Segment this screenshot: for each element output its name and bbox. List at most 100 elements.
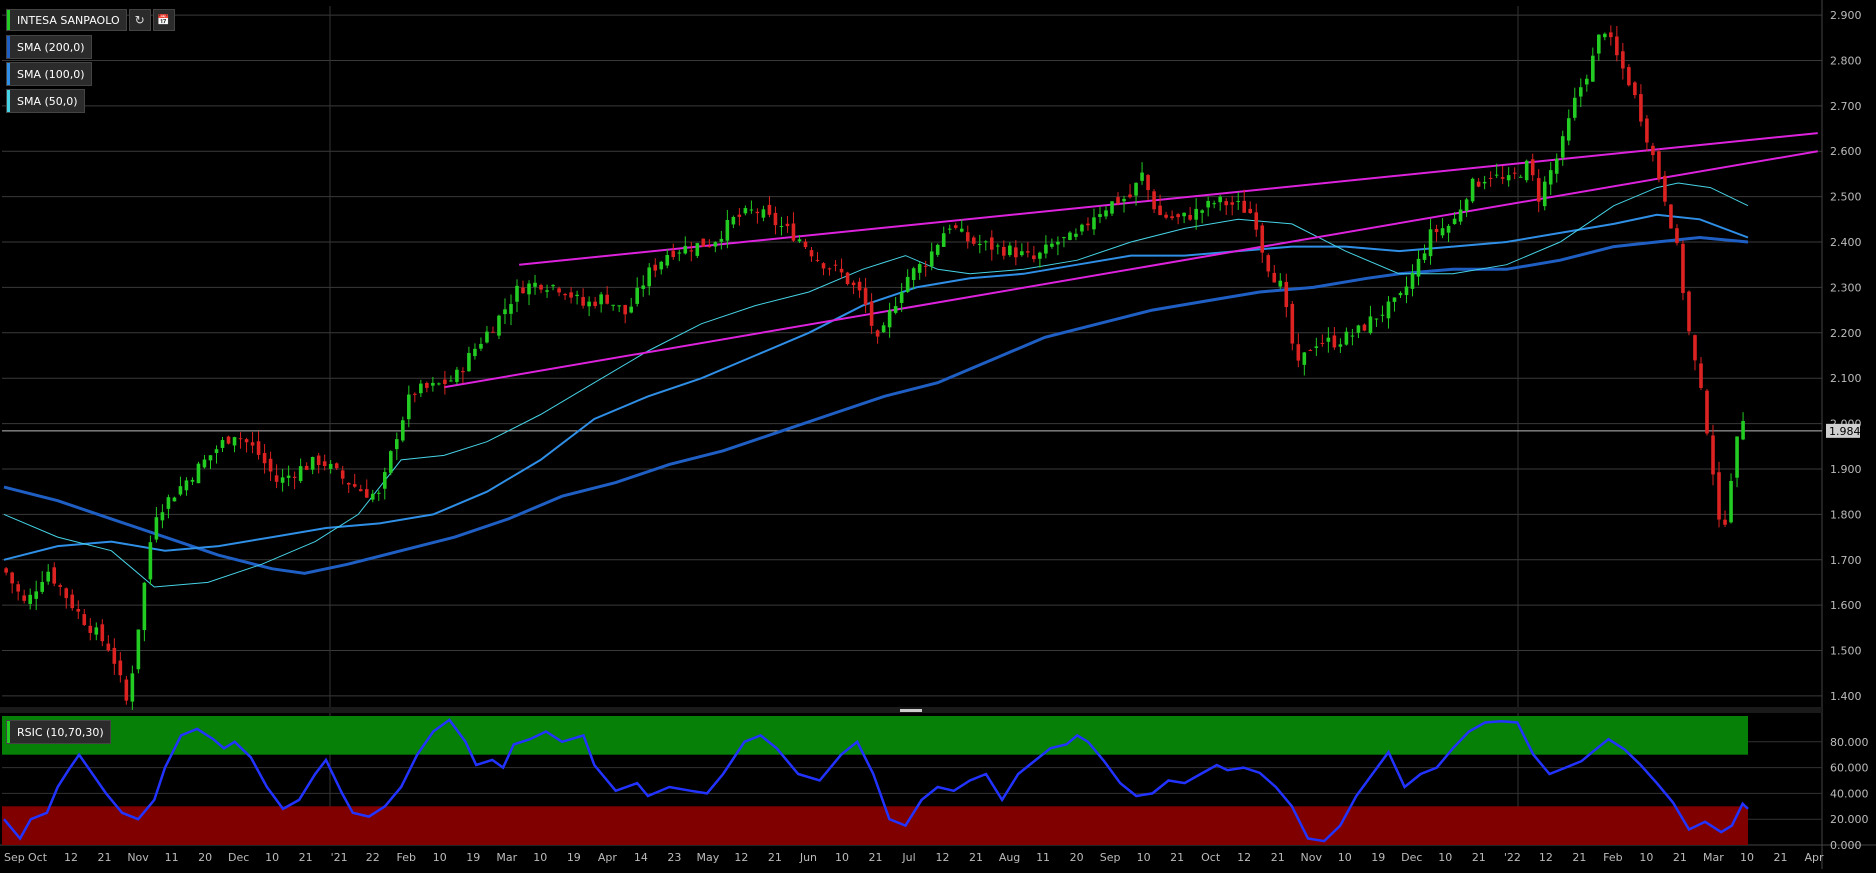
candle-body (1164, 214, 1168, 218)
candle-body (1170, 216, 1174, 219)
candle-body (767, 204, 772, 215)
y-tick-label: 1.600 (1830, 599, 1862, 612)
candle-body (1633, 82, 1637, 96)
candle-body (1470, 178, 1475, 202)
candle-body (94, 627, 99, 635)
candle-body (911, 268, 916, 280)
candle-body (1362, 324, 1367, 331)
candle-body (833, 264, 838, 266)
y-tick-label: 2.200 (1830, 327, 1862, 340)
candle-body (1488, 177, 1493, 179)
refresh-button[interactable]: ↻ (128, 9, 151, 31)
x-tick-label: 21 (1673, 851, 1687, 864)
candle-body (821, 263, 826, 269)
candle-body (196, 463, 201, 484)
y-tick-label: 2.600 (1830, 145, 1862, 158)
candle-body (689, 250, 694, 252)
candle-body (863, 288, 868, 305)
candle-body (665, 255, 670, 266)
candle-body (990, 237, 994, 250)
candle-body (653, 264, 658, 271)
candle-body (953, 225, 958, 228)
legend-sma-50[interactable]: SMA (50,0) (6, 89, 85, 113)
x-tick-label: 21 (299, 851, 313, 864)
candle-body (413, 393, 417, 395)
candle-body (1134, 182, 1138, 196)
candle-body (1020, 251, 1024, 256)
x-tick-label: 10 (1338, 851, 1352, 864)
x-tick-label: 19 (1371, 851, 1385, 864)
candle-body (58, 585, 63, 587)
calendar-button[interactable]: 📅 (152, 9, 175, 31)
candle-body (731, 217, 736, 225)
calendar-icon: 📅 (157, 14, 170, 26)
candle-body (839, 268, 844, 273)
x-tick-label: 11 (1036, 851, 1050, 864)
candle-body (1248, 208, 1253, 214)
candle-body (1548, 170, 1553, 185)
candle-body (1152, 191, 1156, 210)
candle-body (1266, 255, 1271, 272)
legend-sma-100[interactable]: SMA (100,0) (6, 62, 92, 86)
candle-body (1182, 212, 1186, 217)
candle-body (959, 228, 964, 232)
candle-body (1663, 175, 1667, 202)
candle-body (1158, 205, 1162, 216)
candle-body (1140, 172, 1144, 181)
y-tick-label: 2.300 (1830, 281, 1862, 294)
candle-body (1278, 280, 1283, 287)
candle-body (1440, 228, 1445, 236)
candle-body (773, 212, 778, 226)
y-tick-label: 2.900 (1830, 9, 1862, 22)
candle-body (1621, 51, 1625, 69)
candle-body (785, 223, 790, 227)
candle-body (1122, 198, 1126, 202)
candle-body (1128, 194, 1132, 198)
candle-body (485, 331, 489, 343)
candle-body (136, 629, 141, 670)
candle-body (815, 259, 820, 261)
rsi-oversold-zone (2, 806, 1748, 845)
candle-body (160, 512, 165, 521)
candle-body (521, 287, 525, 294)
instrument-label[interactable]: INTESA SANPAOLO (6, 9, 127, 31)
candle-body (166, 497, 171, 509)
panel-resize-handle (900, 709, 922, 712)
candle-body (1524, 160, 1529, 181)
x-tick-label: 19 (466, 851, 480, 864)
candle-body (1098, 214, 1102, 217)
candle-body (1254, 212, 1259, 230)
candle-body (1260, 225, 1265, 253)
candle-body (1086, 223, 1090, 226)
chart-canvas[interactable]: 2.900 2.800 2.700 2.600 2.500 2.400 2.300 2.200… (0, 0, 1876, 869)
x-tick-label: 10 (1438, 851, 1452, 864)
candle-body (533, 282, 537, 287)
candle-body (340, 470, 345, 479)
candle-body (1735, 436, 1739, 478)
candle-body (569, 292, 573, 298)
candle-body (1092, 217, 1096, 230)
legend-sma-200[interactable]: SMA (200,0) (6, 35, 92, 59)
y-tick-label: 2.700 (1830, 100, 1862, 113)
candle-body (172, 497, 177, 502)
candle-body (1392, 297, 1397, 302)
candle-body (1699, 363, 1703, 388)
x-tick-label: Aug (999, 851, 1020, 864)
candle-body (1705, 390, 1709, 434)
candle-body (593, 301, 597, 307)
candle-body (142, 582, 147, 631)
candle-body (1224, 201, 1228, 206)
candle-body (364, 489, 369, 498)
chart-area[interactable]: 2.900 2.800 2.700 2.600 2.500 2.400 2.300 2.200… (0, 0, 1876, 869)
candle-body (1194, 208, 1198, 220)
candle-body (1032, 255, 1036, 260)
candle-body (220, 440, 225, 448)
candle-body (875, 330, 880, 337)
candle-body (1741, 421, 1745, 440)
candle-body (1374, 318, 1379, 320)
candle-body (647, 267, 652, 287)
candle-body (671, 250, 676, 258)
legend-rsi[interactable]: RSIC (10,70,30) (6, 720, 111, 744)
candle-body (1014, 247, 1018, 258)
candle-body (1717, 472, 1721, 520)
